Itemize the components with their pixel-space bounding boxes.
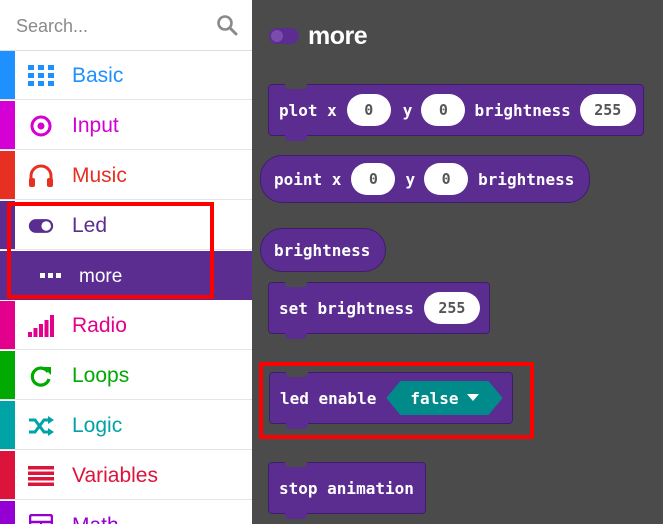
category-basic[interactable]: Basic bbox=[0, 51, 252, 100]
block-notch bbox=[285, 84, 307, 89]
search-input[interactable] bbox=[14, 10, 208, 42]
category-logic[interactable]: Logic bbox=[0, 401, 252, 450]
category-music[interactable]: Music bbox=[0, 151, 252, 200]
block-text: brightness bbox=[478, 169, 575, 189]
category-label: Input bbox=[72, 114, 119, 137]
category-variables[interactable]: Variables bbox=[0, 451, 252, 500]
flyout-title-label: more bbox=[308, 21, 368, 50]
block-set-brightness[interactable]: set brightness 255 bbox=[268, 282, 490, 339]
headphones-icon bbox=[28, 163, 54, 189]
shuffle-icon bbox=[28, 413, 54, 439]
target-icon bbox=[28, 113, 54, 139]
block-text: brightness bbox=[474, 100, 571, 120]
dropdown-value: false bbox=[410, 388, 459, 408]
block-text: y bbox=[402, 100, 413, 120]
toggle-icon bbox=[269, 28, 299, 44]
block-notch bbox=[285, 462, 307, 467]
category-color-stripe bbox=[0, 301, 15, 349]
category-label: Radio bbox=[72, 314, 127, 337]
signal-bars-icon bbox=[28, 313, 54, 339]
block-text: stop animation bbox=[279, 478, 414, 498]
category-label: more bbox=[79, 266, 123, 287]
toggle-icon bbox=[28, 213, 54, 239]
category-color-stripe bbox=[0, 51, 15, 99]
category-color-stripe bbox=[0, 401, 15, 449]
category-math[interactable]: Math bbox=[0, 501, 252, 524]
category-label: Math bbox=[72, 512, 119, 524]
block-text: plot x bbox=[279, 100, 337, 120]
ellipsis-icon bbox=[38, 263, 64, 289]
block-text: y bbox=[405, 169, 416, 189]
category-label: Logic bbox=[72, 414, 123, 437]
category-led[interactable]: Led bbox=[0, 201, 252, 250]
category-input[interactable]: Input bbox=[0, 101, 252, 150]
x-input[interactable]: 0 bbox=[351, 163, 396, 195]
block-notch bbox=[286, 372, 308, 377]
toolbox-sidebar: Basic Input Music Led more bbox=[0, 0, 252, 524]
category-color-stripe bbox=[0, 201, 15, 249]
block-stop-animation[interactable]: stop animation bbox=[268, 462, 426, 519]
y-input[interactable]: 0 bbox=[424, 163, 469, 195]
y-input[interactable]: 0 bbox=[421, 94, 466, 126]
search-bar bbox=[0, 0, 252, 51]
category-label: Variables bbox=[72, 464, 158, 487]
category-color-stripe bbox=[0, 151, 15, 199]
block-text: brightness bbox=[274, 240, 371, 260]
caret-down-icon bbox=[467, 394, 479, 402]
block-text: point x bbox=[274, 169, 342, 189]
category-label: Led bbox=[72, 214, 108, 237]
category-color-stripe bbox=[0, 501, 15, 524]
boolean-dropdown[interactable]: false bbox=[386, 381, 502, 415]
category-label: Basic bbox=[72, 64, 124, 87]
grid-icon bbox=[28, 63, 54, 89]
search-icon[interactable] bbox=[216, 14, 238, 36]
category-led-more[interactable]: more bbox=[0, 251, 252, 300]
category-radio[interactable]: Radio bbox=[0, 301, 252, 350]
block-led-enable[interactable]: led enable false bbox=[269, 372, 513, 429]
refresh-icon bbox=[28, 363, 54, 389]
list-icon bbox=[28, 463, 54, 489]
block-notch-bottom bbox=[285, 333, 307, 339]
block-notch-bottom bbox=[285, 513, 307, 519]
block-text: set brightness bbox=[279, 298, 414, 318]
category-color-stripe bbox=[0, 101, 15, 149]
block-notch bbox=[285, 282, 307, 287]
block-point-brightness[interactable]: point x 0 y 0 brightness bbox=[260, 155, 590, 203]
category-color-stripe bbox=[0, 351, 15, 399]
block-text: led enable bbox=[280, 388, 377, 408]
category-label: Music bbox=[72, 164, 127, 187]
flyout-title: more bbox=[268, 20, 368, 52]
block-brightness[interactable]: brightness bbox=[260, 228, 386, 272]
brightness-input[interactable]: 255 bbox=[579, 94, 636, 126]
block-plot[interactable]: plot x 0 y 0 brightness 255 bbox=[268, 84, 644, 141]
calculator-icon bbox=[28, 513, 54, 524]
x-input[interactable]: 0 bbox=[346, 94, 391, 126]
category-color-stripe bbox=[0, 451, 15, 499]
block-notch-bottom bbox=[286, 423, 308, 429]
category-label: Loops bbox=[72, 364, 130, 387]
brightness-input[interactable]: 255 bbox=[423, 292, 480, 324]
category-loops[interactable]: Loops bbox=[0, 351, 252, 400]
block-notch-bottom bbox=[285, 135, 307, 141]
